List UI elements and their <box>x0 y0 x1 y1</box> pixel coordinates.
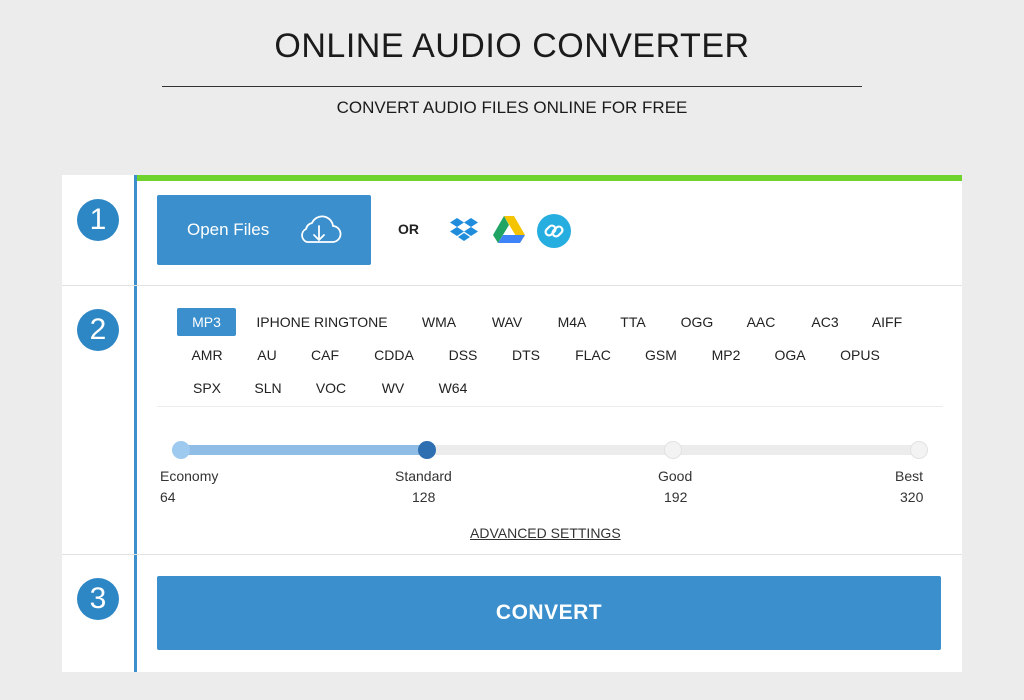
steps-vertical-line <box>134 175 137 672</box>
format-separator <box>157 406 943 407</box>
format-dss[interactable]: DSS <box>438 341 488 369</box>
format-sln[interactable]: SLN <box>243 374 293 402</box>
link-icon[interactable] <box>537 214 571 253</box>
quality-label-best: Best <box>895 468 924 484</box>
format-iphone-ringtone[interactable]: IPHONE RINGTONE <box>247 308 397 336</box>
format-w64[interactable]: W64 <box>428 374 478 402</box>
format-opus[interactable]: OPUS <box>830 341 890 369</box>
format-m4a[interactable]: M4A <box>547 308 597 336</box>
step-3-badge: 3 <box>77 578 119 620</box>
format-wv[interactable]: WV <box>368 374 418 402</box>
step-1-badge: 1 <box>77 199 119 241</box>
step-2-badge: 2 <box>77 309 119 351</box>
format-oga[interactable]: OGA <box>765 341 815 369</box>
format-ac3[interactable]: AC3 <box>800 308 850 336</box>
convert-button[interactable]: CONVERT <box>157 576 941 650</box>
quality-label-standard: Standard <box>395 468 452 484</box>
format-au[interactable]: AU <box>242 341 292 369</box>
quality-slider-fill <box>172 445 427 455</box>
format-wma[interactable]: WMA <box>414 308 464 336</box>
quality-knob-standard[interactable] <box>418 441 436 459</box>
format-dts[interactable]: DTS <box>501 341 551 369</box>
quality-knob-best[interactable] <box>910 441 928 459</box>
upload-progress-bar <box>137 175 962 181</box>
format-tta[interactable]: TTA <box>608 308 658 336</box>
or-label: OR <box>398 221 419 237</box>
format-mp3[interactable]: MP3 <box>177 308 236 336</box>
format-ogg[interactable]: OGG <box>672 308 722 336</box>
format-voc[interactable]: VOC <box>306 374 356 402</box>
google-drive-icon[interactable] <box>492 213 526 250</box>
page-subtitle: CONVERT AUDIO FILES ONLINE FOR FREE <box>336 98 688 117</box>
advanced-settings-link[interactable]: ADVANCED SETTINGS <box>470 525 621 541</box>
step-divider-1 <box>62 285 962 286</box>
format-spx[interactable]: SPX <box>182 374 232 402</box>
format-caf[interactable]: CAF <box>300 341 350 369</box>
format-amr[interactable]: AMR <box>182 341 232 369</box>
title-rule <box>162 86 862 87</box>
quality-label-good: Good <box>658 468 693 484</box>
page-title: ONLINE AUDIO CONVERTER <box>274 27 750 65</box>
converter-card: 1 Open Files OR 2 MP3 IPHONE RINGTONE WM… <box>62 175 962 672</box>
format-aac[interactable]: AAC <box>736 308 786 336</box>
format-flac[interactable]: FLAC <box>563 341 623 369</box>
quality-knob-good[interactable] <box>664 441 682 459</box>
dropbox-icon[interactable] <box>448 213 480 250</box>
format-mp2[interactable]: MP2 <box>701 341 751 369</box>
quality-value-standard: 128 <box>412 489 436 505</box>
quality-value-best: 320 <box>900 489 924 505</box>
cloud-download-icon <box>295 213 343 252</box>
step-divider-2 <box>62 554 962 555</box>
quality-label-economy: Economy <box>160 468 219 484</box>
quality-value-good: 192 <box>664 489 688 505</box>
quality-knob-economy[interactable] <box>172 441 190 459</box>
open-files-button[interactable]: Open Files <box>157 195 371 265</box>
format-gsm[interactable]: GSM <box>636 341 686 369</box>
quality-value-economy: 64 <box>160 489 176 505</box>
open-files-label: Open Files <box>187 220 270 239</box>
format-aiff[interactable]: AIFF <box>862 308 912 336</box>
format-wav[interactable]: WAV <box>482 308 532 336</box>
format-cdda[interactable]: CDDA <box>364 341 424 369</box>
